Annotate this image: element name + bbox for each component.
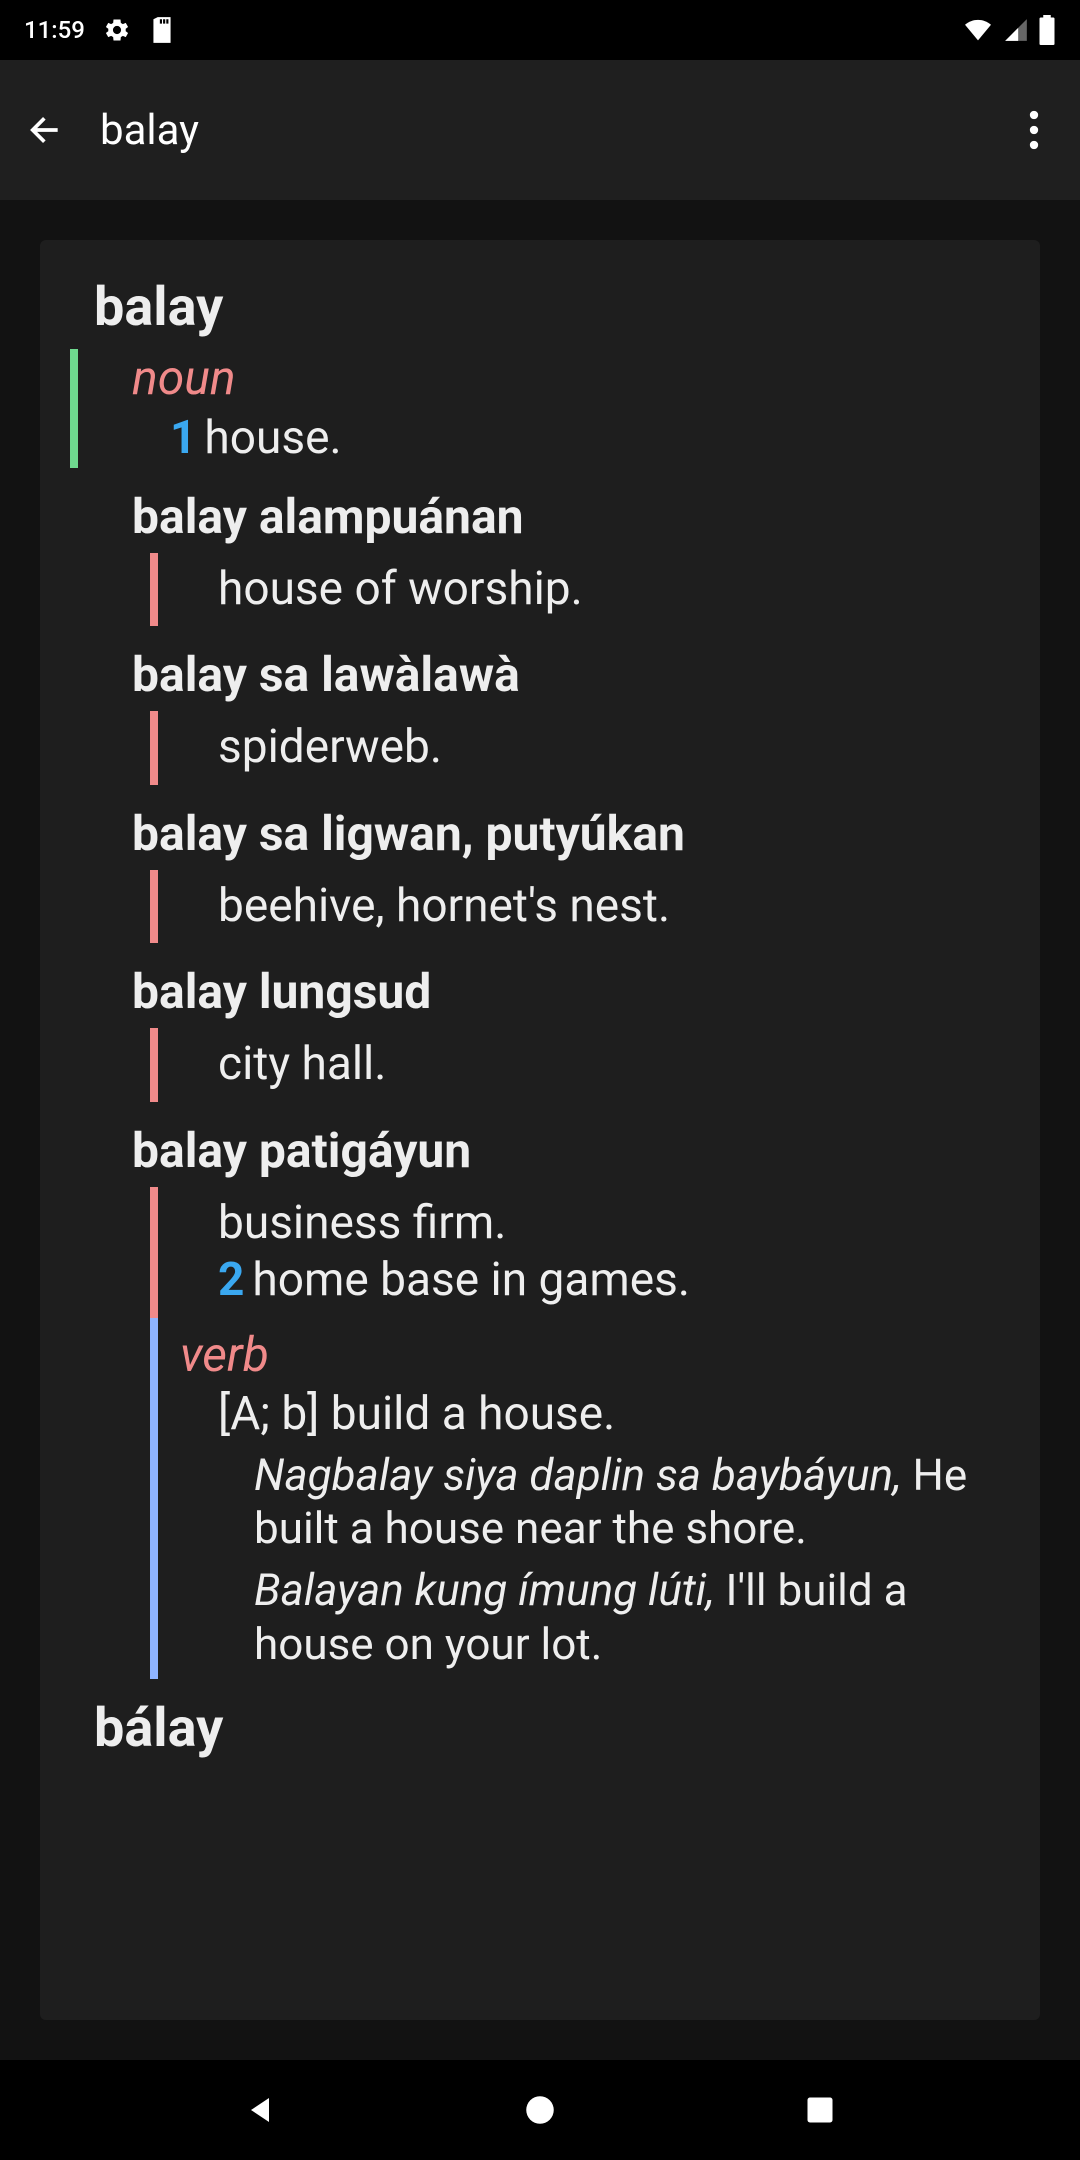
dictionary-entry-card[interactable]: balay noun 1house. balay alampuánan hous…	[40, 240, 1040, 2020]
status-bar: 11:59	[0, 0, 1080, 60]
example-source: Balayan kung ímung lúti,	[254, 1564, 715, 1616]
def-text: home base in games.	[252, 1253, 690, 1307]
grammar-pattern: [A; b] build a house.	[176, 1387, 1010, 1441]
signal-icon	[1002, 17, 1030, 43]
nav-home-button[interactable]	[510, 2080, 570, 2140]
sub-definition: house of worship.	[176, 561, 1010, 619]
sub-block: house of worship.	[150, 553, 1010, 627]
headword: bálay	[70, 1697, 1010, 1760]
noun-block: noun 1house.	[70, 349, 1010, 468]
sub-definition: business firm.	[176, 1195, 1010, 1253]
pos-label-verb: verb	[176, 1326, 1010, 1383]
overflow-menu-button[interactable]	[1008, 104, 1060, 156]
pos-label-noun: noun	[128, 349, 1010, 406]
back-button[interactable]	[20, 104, 72, 156]
battery-icon	[1038, 15, 1056, 45]
definition: 1house.	[128, 410, 1010, 468]
sub-headword: balay patigáyun	[70, 1122, 1010, 1179]
sub-block: beehive, hornet's nest.	[150, 870, 1010, 944]
sub-definition: 2home base in games.	[176, 1252, 1010, 1310]
nav-back-button[interactable]	[230, 2080, 290, 2140]
nav-bar	[0, 2060, 1080, 2160]
sub-block: city hall.	[150, 1028, 1010, 1102]
gear-icon	[103, 16, 131, 44]
example-sentence: Balayan kung ímung lúti, I'll build a ho…	[176, 1564, 1010, 1671]
def-number: 2	[218, 1253, 244, 1307]
headword: balay	[70, 276, 1010, 339]
sub-definition: city hall.	[176, 1036, 1010, 1094]
sub-block: business firm. 2home base in games.	[150, 1187, 1010, 1318]
app-title: balay	[100, 106, 980, 155]
verb-block: verb [A; b] build a house. Nagbalay siya…	[150, 1318, 1010, 1680]
sub-definition: spiderweb.	[176, 719, 1010, 777]
sub-headword: balay lungsud	[70, 963, 1010, 1020]
sub-headword: balay sa lawàlawà	[70, 646, 1010, 703]
sub-headword: balay alampuánan	[70, 488, 1010, 545]
nav-recent-button[interactable]	[790, 2080, 850, 2140]
def-number: 1	[170, 411, 196, 465]
wifi-icon	[962, 17, 994, 43]
status-time: 11:59	[24, 16, 85, 44]
sub-block: spiderweb.	[150, 711, 1010, 785]
sub-definition: beehive, hornet's nest.	[176, 878, 1010, 936]
sd-icon	[149, 15, 175, 45]
sub-headword: balay sa ligwan, putyúkan	[70, 805, 1010, 862]
def-text: house.	[204, 411, 341, 465]
example-sentence: Nagbalay siya daplin sa baybáyun, He bui…	[176, 1449, 1010, 1556]
app-bar: balay	[0, 60, 1080, 200]
example-source: Nagbalay siya daplin sa baybáyun,	[254, 1449, 902, 1501]
